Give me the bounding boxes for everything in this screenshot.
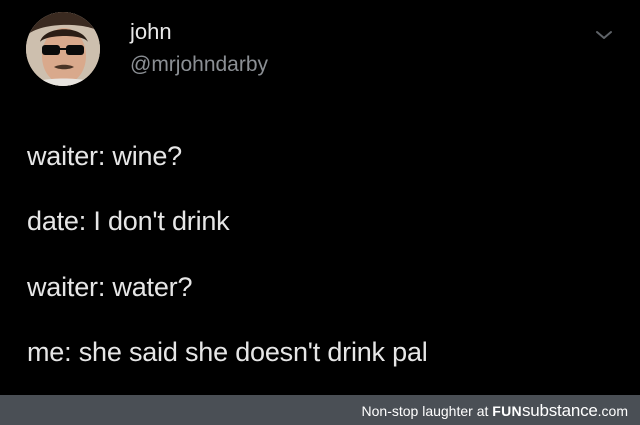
author-name[interactable]: john [130, 19, 172, 45]
tweet-line: date: I don't drink [27, 206, 230, 236]
tweet-line: waiter: wine? [27, 141, 182, 171]
tweet-card: john @mrjohndarby waiter: wine? date: I … [0, 0, 640, 395]
author-handle[interactable]: @mrjohndarby [130, 53, 268, 77]
tweet-line: me: she said she doesn't drink pal [27, 337, 428, 367]
avatar[interactable] [26, 12, 100, 86]
brand-fun: FUN [492, 403, 522, 419]
chevron-down-icon[interactable] [594, 28, 614, 42]
tweet-line: waiter: water? [27, 272, 193, 302]
brand-substance: substance [521, 401, 598, 420]
watermark-footer: Non-stop laughter at FUNsubstance.com [0, 395, 640, 425]
footer-caption-text: Non-stop laughter at [361, 403, 489, 419]
avatar-image [26, 12, 100, 86]
brand-domain: .com [597, 403, 628, 419]
footer-caption: Non-stop laughter at FUNsubstance.com [362, 401, 628, 421]
